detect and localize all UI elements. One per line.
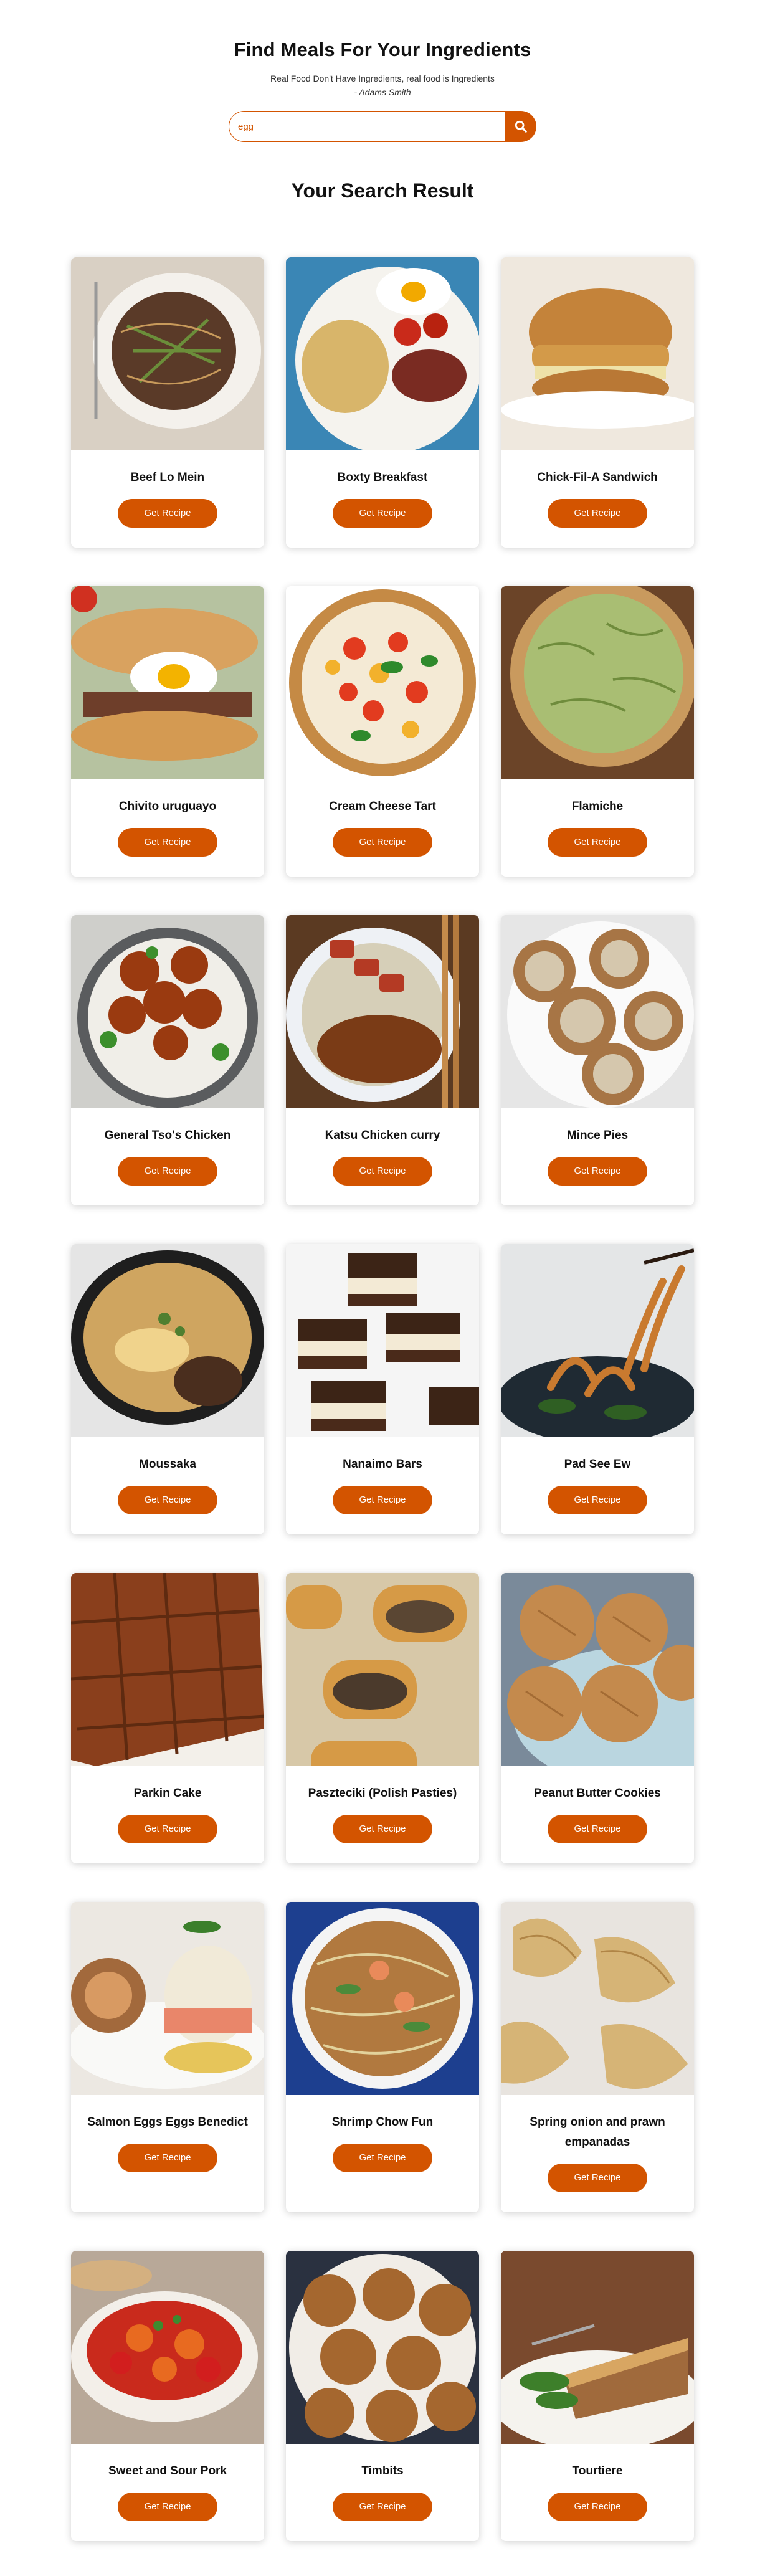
get-recipe-button[interactable]: Get Recipe bbox=[548, 2493, 647, 2521]
meal-card: Flamiche Get Recipe bbox=[501, 586, 694, 877]
get-recipe-button[interactable]: Get Recipe bbox=[548, 1815, 647, 1843]
get-recipe-button[interactable]: Get Recipe bbox=[118, 1815, 217, 1843]
meal-image bbox=[71, 586, 264, 779]
meal-card: Moussaka Get Recipe bbox=[71, 1244, 264, 1534]
get-recipe-button[interactable]: Get Recipe bbox=[118, 828, 217, 857]
get-recipe-button[interactable]: Get Recipe bbox=[548, 499, 647, 528]
meal-card: Parkin Cake Get Recipe bbox=[71, 1573, 264, 1863]
get-recipe-button[interactable]: Get Recipe bbox=[548, 828, 647, 857]
meal-title: Shrimp Chow Fun bbox=[331, 2116, 434, 2129]
meal-image bbox=[71, 1902, 264, 2095]
page: Find Meals For Your Ingredients Real Foo… bbox=[0, 0, 765, 2576]
meal-card: Spring onion and prawn empanadas Get Reci… bbox=[501, 1902, 694, 2212]
meal-grid: Beef Lo Mein Get Recipe Boxty Breakfast Get… bbox=[71, 257, 694, 2541]
meal-title: Paszteciki (Polish Pasties) bbox=[308, 1787, 457, 1800]
meal-image bbox=[286, 1902, 479, 2095]
meal-card: Mince Pies Get Recipe bbox=[501, 915, 694, 1205]
meal-title: Spring onion and prawn empanadas bbox=[530, 2116, 665, 2149]
meal-image bbox=[501, 915, 694, 1108]
meal-image bbox=[501, 1244, 694, 1437]
meal-title: Parkin Cake bbox=[133, 1787, 202, 1800]
get-recipe-button[interactable]: Get Recipe bbox=[548, 1157, 647, 1186]
meal-card: Timbits Get Recipe bbox=[286, 2251, 479, 2541]
meal-image bbox=[286, 915, 479, 1108]
meal-title: Nanaimo Bars bbox=[343, 1458, 422, 1471]
meal-card: Shrimp Chow Fun Get Recipe bbox=[286, 1902, 479, 2212]
get-recipe-button[interactable]: Get Recipe bbox=[333, 1157, 432, 1186]
meal-image bbox=[286, 2251, 479, 2444]
meal-title: General Tso's Chicken bbox=[104, 1129, 231, 1142]
meal-title: Salmon Eggs Eggs Benedict bbox=[87, 2116, 248, 2129]
meal-card: General Tso's Chicken Get Recipe bbox=[71, 915, 264, 1205]
meal-image bbox=[71, 1573, 264, 1766]
meal-title: Timbits bbox=[361, 2464, 404, 2478]
meal-image bbox=[71, 2251, 264, 2444]
meal-image bbox=[286, 586, 479, 779]
quote-text: Real Food Don't Have Ingredients, real f… bbox=[270, 74, 495, 83]
header: Find Meals For Your Ingredients Real Foo… bbox=[0, 0, 765, 97]
get-recipe-button[interactable]: Get Recipe bbox=[118, 499, 217, 528]
meal-image bbox=[501, 1902, 694, 2095]
get-recipe-button[interactable]: Get Recipe bbox=[333, 828, 432, 857]
search-icon bbox=[515, 120, 527, 133]
get-recipe-button[interactable]: Get Recipe bbox=[333, 2493, 432, 2521]
meal-title: Cream Cheese Tart bbox=[329, 800, 436, 813]
meal-card: Cream Cheese Tart Get Recipe bbox=[286, 586, 479, 877]
meal-title: Flamiche bbox=[571, 800, 624, 813]
page-title: Find Meals For Your Ingredients bbox=[234, 39, 531, 60]
get-recipe-button[interactable]: Get Recipe bbox=[118, 2144, 217, 2172]
meal-card: Paszteciki (Polish Pasties) Get Recipe bbox=[286, 1573, 479, 1863]
get-recipe-button[interactable]: Get Recipe bbox=[118, 2493, 217, 2521]
meal-image bbox=[501, 586, 694, 779]
meal-card: Chick-Fil-A Sandwich Get Recipe bbox=[501, 257, 694, 548]
search-input[interactable] bbox=[229, 111, 505, 142]
get-recipe-button[interactable]: Get Recipe bbox=[333, 1815, 432, 1843]
meal-image bbox=[501, 257, 694, 450]
meal-image bbox=[501, 1573, 694, 1766]
get-recipe-button[interactable]: Get Recipe bbox=[118, 1157, 217, 1186]
meal-card: Chivito uruguayo Get Recipe bbox=[71, 586, 264, 877]
get-recipe-button[interactable]: Get Recipe bbox=[333, 1486, 432, 1514]
meal-card: Peanut Butter Cookies Get Recipe bbox=[501, 1573, 694, 1863]
meal-title: Pad See Ew bbox=[564, 1458, 631, 1471]
meal-title: Tourtiere bbox=[572, 2464, 623, 2478]
meal-title: Chivito uruguayo bbox=[118, 800, 217, 813]
meal-title: Boxty Breakfast bbox=[337, 471, 428, 484]
meal-title: Peanut Butter Cookies bbox=[534, 1787, 661, 1800]
meal-image bbox=[501, 2251, 694, 2444]
meal-card: Sweet and Sour Pork Get Recipe bbox=[71, 2251, 264, 2541]
get-recipe-button[interactable]: Get Recipe bbox=[118, 1486, 217, 1514]
meal-image bbox=[286, 1573, 479, 1766]
meal-card: Katsu Chicken curry Get Recipe bbox=[286, 915, 479, 1205]
meal-image bbox=[71, 915, 264, 1108]
meal-image bbox=[71, 1244, 264, 1437]
meal-card: Salmon Eggs Eggs Benedict Get Recipe bbox=[71, 1902, 264, 2212]
search-button[interactable] bbox=[505, 111, 536, 142]
get-recipe-button[interactable]: Get Recipe bbox=[548, 1486, 647, 1514]
meal-title: Chick-Fil-A Sandwich bbox=[537, 471, 658, 484]
get-recipe-button[interactable]: Get Recipe bbox=[548, 2164, 647, 2192]
meal-title: Mince Pies bbox=[566, 1129, 629, 1142]
quote-author: - Adams Smith bbox=[354, 87, 411, 97]
get-recipe-button[interactable]: Get Recipe bbox=[333, 499, 432, 528]
meal-title: Katsu Chicken curry bbox=[325, 1129, 440, 1142]
meal-image bbox=[71, 257, 264, 450]
meal-card: Boxty Breakfast Get Recipe bbox=[286, 257, 479, 548]
meal-title: Moussaka bbox=[139, 1458, 196, 1471]
meal-card: Nanaimo Bars Get Recipe bbox=[286, 1244, 479, 1534]
get-recipe-button[interactable]: Get Recipe bbox=[333, 2144, 432, 2172]
meal-title: Beef Lo Mein bbox=[130, 471, 205, 484]
meal-title: Sweet and Sour Pork bbox=[108, 2464, 227, 2478]
meal-image bbox=[286, 257, 479, 450]
meal-card: Tourtiere Get Recipe bbox=[501, 2251, 694, 2541]
meal-image bbox=[286, 1244, 479, 1437]
meal-card: Pad See Ew Get Recipe bbox=[501, 1244, 694, 1534]
results-title: Your Search Result bbox=[291, 179, 474, 202]
search-form bbox=[229, 111, 536, 142]
meal-card: Beef Lo Mein Get Recipe bbox=[71, 257, 264, 548]
